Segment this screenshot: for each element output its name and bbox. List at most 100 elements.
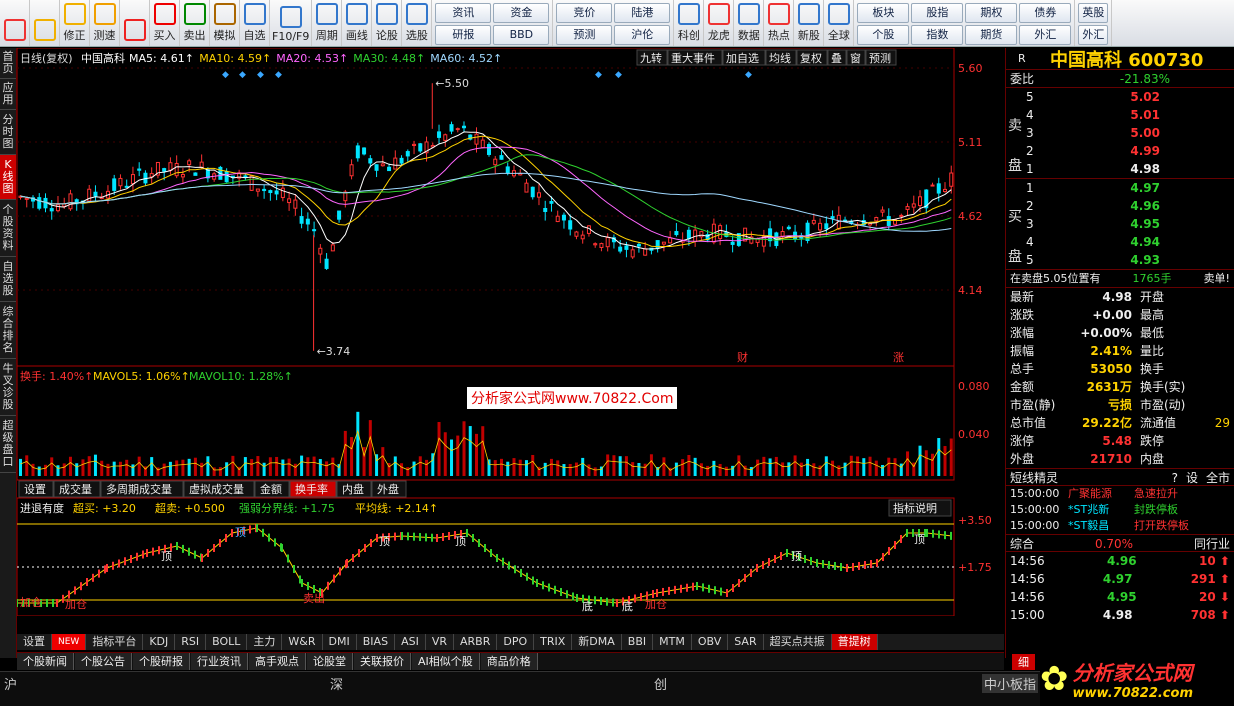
indicator-tab-12[interactable]: ARBR — [454, 634, 498, 650]
indicator-tab-10[interactable]: ASI — [395, 634, 426, 650]
indicator-tab-1[interactable]: NEW — [52, 634, 87, 650]
grid-button[interactable]: 债券 — [1019, 3, 1072, 23]
grid-button[interactable]: 竞价 — [556, 3, 613, 23]
order-row[interactable]: 2 4.99 — [1006, 142, 1234, 160]
tool-button-1[interactable] — [30, 0, 60, 46]
tool2-button-5[interactable]: 全球 — [824, 0, 855, 46]
indicator-tab-15[interactable]: 新DMA — [572, 634, 622, 650]
indicator-tab-0[interactable]: 设置 — [17, 634, 52, 650]
status-sh[interactable]: 沪 — [4, 674, 17, 693]
order-row[interactable]: 4 4.94 — [1006, 233, 1234, 251]
grid-button[interactable]: 沪伦 — [614, 25, 671, 45]
left-tab-3[interactable]: K线图 — [0, 155, 16, 200]
tool-button-8[interactable]: 自选 — [240, 0, 270, 46]
left-tab-6[interactable]: 综合排名 — [0, 302, 16, 359]
grid-button[interactable]: 指数 — [911, 25, 964, 45]
indicator-tab-19[interactable]: SAR — [728, 634, 764, 650]
grid-button[interactable]: 期货 — [965, 25, 1018, 45]
indicator-tab-5[interactable]: BOLL — [206, 634, 248, 650]
kline-svg[interactable]: 日线(复权) 中国高科 MA5: 4.61↑ MA10: 4.59↑ MA20: 4.5… — [16, 47, 1004, 631]
tool2-button-1[interactable]: 龙虎 — [704, 0, 735, 46]
left-tab-2[interactable]: 分时图 — [0, 110, 16, 155]
grid-button[interactable]: 陆港 — [614, 3, 671, 23]
order-row[interactable]: 1 4.98 — [1006, 160, 1234, 178]
tool-button-6[interactable]: 卖出 — [180, 0, 210, 46]
indicator-tab-17[interactable]: MTM — [653, 634, 692, 650]
grid-button[interactable]: BBD — [493, 25, 550, 45]
status-cy[interactable]: 创 — [654, 674, 667, 693]
indicator-tab-8[interactable]: DMI — [323, 634, 357, 650]
grid-button[interactable]: 股指 — [911, 3, 964, 23]
order-row[interactable]: 3 4.95 — [1006, 215, 1234, 233]
jx-btn[interactable]: 设 — [1186, 471, 1198, 485]
indicator-tab-18[interactable]: OBV — [692, 634, 729, 650]
order-row[interactable]: 4 5.01 — [1006, 106, 1234, 124]
tool2-button-0[interactable]: 科创 — [674, 0, 705, 46]
detail-tab[interactable]: 细 — [1012, 654, 1035, 670]
indicator-tab-20[interactable]: 超买点共振 — [764, 634, 832, 650]
jx-btn[interactable]: ? — [1172, 471, 1178, 485]
left-tab-4[interactable]: 个股资料 — [0, 200, 16, 257]
news-tab-2[interactable]: 个股研报 — [133, 653, 190, 670]
order-row[interactable]: 2 4.96 — [1006, 197, 1234, 215]
indicator-tab-14[interactable]: TRIX — [534, 634, 573, 650]
tool2-button-2[interactable]: 数据 — [734, 0, 765, 46]
order-row[interactable]: 5 5.02 — [1006, 88, 1234, 106]
indicator-tab-3[interactable]: KDJ — [143, 634, 176, 650]
tool-button-12[interactable]: 论股 — [372, 0, 403, 46]
indicator-tab-2[interactable]: 指标平台 — [86, 634, 144, 650]
jx-btn[interactable]: 全市 — [1206, 471, 1230, 485]
news-tab-6[interactable]: 关联报价 — [354, 653, 411, 670]
grid-button[interactable]: 资金 — [493, 3, 550, 23]
indicator-tab-4[interactable]: RSI — [175, 634, 207, 650]
tool-button-0[interactable] — [0, 0, 30, 46]
indicator-tab-21[interactable]: 普提树 — [831, 634, 878, 650]
grid-button[interactable]: 研报 — [435, 25, 492, 45]
indicator-tab-11[interactable]: VR — [426, 634, 454, 650]
news-tab-1[interactable]: 个股公告 — [75, 653, 132, 670]
news-tab-5[interactable]: 论股堂 — [307, 653, 353, 670]
grid-button[interactable]: 期权 — [965, 3, 1018, 23]
news-tab-0[interactable]: 个股新闻 — [17, 653, 74, 670]
tool2-button-3[interactable]: 热点 — [764, 0, 795, 46]
order-row[interactable]: 3 5.00 — [1006, 124, 1234, 142]
grid-button[interactable]: 英股 — [1078, 3, 1109, 23]
grid-button[interactable]: 外汇 — [1019, 25, 1072, 45]
tool-button-13[interactable]: 选股 — [402, 0, 433, 46]
indicator-tab-9[interactable]: BIAS — [357, 634, 396, 650]
tool-button-9[interactable]: F10/F9 — [270, 0, 313, 46]
grid-button[interactable]: 板块 — [857, 3, 910, 23]
tool-button-10[interactable]: 周期 — [312, 0, 343, 46]
news-tab-8[interactable]: 商品价格 — [480, 653, 538, 670]
jx-item[interactable]: 15:00:00 *ST兆新 封跌停板 — [1006, 502, 1234, 518]
jx-item[interactable]: 15:00:00 *ST毅昌 打开跌停板 — [1006, 518, 1234, 534]
left-tab-1[interactable]: 应用 — [0, 79, 16, 110]
tool2-button-4[interactable]: 新股 — [794, 0, 825, 46]
news-tab-7[interactable]: AI相似个股 — [412, 653, 480, 670]
grid-button[interactable]: 外汇 — [1078, 25, 1109, 45]
indicator-tab-6[interactable]: 主力 — [247, 634, 283, 650]
grid-button[interactable]: 资讯 — [435, 3, 492, 23]
news-tab-4[interactable]: 高手观点 — [249, 653, 306, 670]
tool-button-7[interactable]: 模拟 — [210, 0, 240, 46]
left-tab-8[interactable]: 超级盘口 — [0, 416, 16, 473]
status-zxb[interactable]: 中小板指 — [982, 674, 1039, 693]
jx-item[interactable]: 15:00:00 广聚能源 急速拉升 — [1006, 486, 1234, 502]
tool-button-4[interactable] — [120, 0, 150, 46]
tool-button-5[interactable]: 买入 — [150, 0, 180, 46]
order-row[interactable]: 5 4.93 — [1006, 251, 1234, 269]
grid-button[interactable]: 个股 — [857, 25, 910, 45]
tool-button-2[interactable]: 修正 — [60, 0, 90, 46]
order-row[interactable]: 1 4.97 — [1006, 179, 1234, 197]
indicator-tab-13[interactable]: DPO — [497, 634, 535, 650]
grid-button[interactable]: 预测 — [556, 25, 613, 45]
status-sz[interactable]: 深 — [330, 674, 343, 693]
tool-button-3[interactable]: 测速 — [90, 0, 120, 46]
left-tab-0[interactable]: 首页 — [0, 48, 16, 79]
left-tab-5[interactable]: 自选股 — [0, 257, 16, 302]
left-tab-7[interactable]: 牛叉诊股 — [0, 359, 16, 416]
indicator-tab-7[interactable]: W&R — [282, 634, 323, 650]
news-tab-3[interactable]: 行业资讯 — [191, 653, 248, 670]
indicator-tab-16[interactable]: BBI — [622, 634, 654, 650]
tool-button-11[interactable]: 画线 — [342, 0, 373, 46]
